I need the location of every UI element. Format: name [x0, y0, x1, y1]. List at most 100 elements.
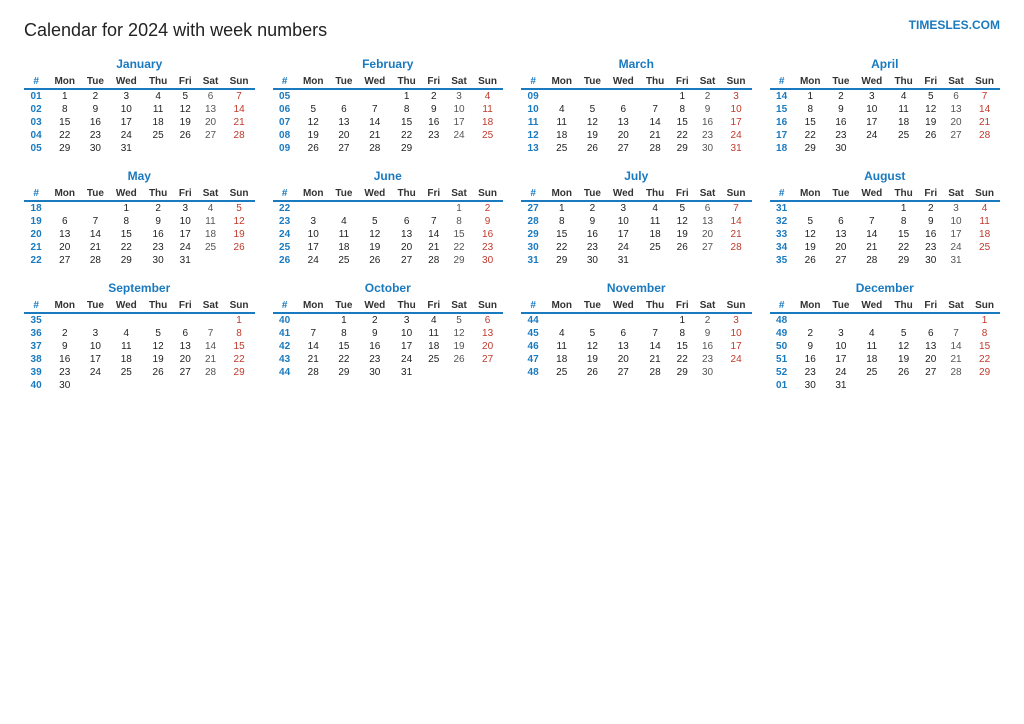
table-cell: 15: [889, 228, 919, 241]
table-cell: 5: [446, 313, 472, 327]
table-row: 4030: [24, 379, 255, 392]
table-cell: 16: [81, 116, 109, 129]
table-row: 362345678: [24, 327, 255, 340]
table-cell: 2: [48, 327, 81, 340]
table-cell: 27: [607, 366, 641, 379]
month-title: April: [770, 57, 1001, 71]
table-cell: 27: [197, 129, 223, 142]
col-header-sat: Sat: [197, 299, 223, 313]
table-cell: 15: [110, 228, 144, 241]
table-cell: 29: [330, 366, 358, 379]
table-cell: 18: [197, 228, 223, 241]
table-cell: 17: [392, 340, 422, 353]
table-cell: 14: [943, 340, 969, 353]
table-cell: 18: [143, 116, 173, 129]
table-cell: 08: [273, 129, 297, 142]
table-cell: 32: [770, 215, 794, 228]
table-cell: [545, 89, 578, 103]
table-cell: 18: [472, 116, 503, 129]
table-cell: 22: [110, 241, 144, 254]
table-cell: 29: [110, 254, 144, 267]
table-cell: 10: [81, 340, 109, 353]
table-cell: 19: [297, 129, 330, 142]
table-cell: 12: [889, 340, 919, 353]
table-cell: 29: [670, 366, 694, 379]
table-cell: 19: [889, 353, 919, 366]
table-cell: 16: [48, 353, 81, 366]
table-cell: 49: [770, 327, 794, 340]
month-title: February: [273, 57, 504, 71]
table-cell: 24: [273, 228, 297, 241]
table-row: 4321222324252627: [273, 353, 504, 366]
col-header-wed: Wed: [607, 75, 641, 89]
table-cell: 23: [694, 353, 720, 366]
table-row: 0819202122232425: [273, 129, 504, 142]
table-cell: [173, 142, 197, 155]
col-header-#: #: [770, 75, 794, 89]
table-cell: 8: [224, 327, 255, 340]
col-header-fri: Fri: [173, 75, 197, 89]
table-cell: 2: [358, 313, 392, 327]
table-cell: 8: [545, 215, 578, 228]
table-cell: 7: [197, 327, 223, 340]
table-cell: 24: [81, 366, 109, 379]
table-cell: 20: [472, 340, 503, 353]
table-cell: 1: [794, 89, 827, 103]
table-cell: 43: [273, 353, 297, 366]
table-cell: 10: [173, 215, 197, 228]
table-cell: 14: [422, 228, 446, 241]
col-header-thu: Thu: [143, 75, 173, 89]
month-title: August: [770, 169, 1001, 183]
month-table: #MonTueWedThuFriSatSun311234325678910113…: [770, 187, 1001, 267]
table-cell: 25: [273, 241, 297, 254]
table-cell: 10: [297, 228, 330, 241]
table-cell: [545, 313, 578, 327]
table-cell: 42: [273, 340, 297, 353]
col-header-wed: Wed: [855, 299, 889, 313]
table-cell: 23: [143, 241, 173, 254]
table-cell: 5: [143, 327, 173, 340]
month-block-may: May#MonTueWedThuFriSatSun181234519678910…: [24, 169, 255, 267]
month-table: #MonTueWedThuFriSatSun441234545678910461…: [521, 299, 752, 379]
table-cell: 3: [297, 215, 330, 228]
table-row: 311234: [770, 201, 1001, 215]
month-table: #MonTueWedThuFriSatSun271234567288910111…: [521, 187, 752, 267]
table-cell: 16: [770, 116, 794, 129]
table-cell: 30: [358, 366, 392, 379]
table-cell: 17: [81, 353, 109, 366]
col-header-mon: Mon: [794, 187, 827, 201]
table-cell: 30: [48, 379, 81, 392]
table-cell: 20: [48, 241, 81, 254]
table-cell: 2: [694, 89, 720, 103]
table-cell: 17: [607, 228, 641, 241]
table-row: 271234567: [521, 201, 752, 215]
table-cell: 21: [358, 129, 392, 142]
table-cell: 2: [422, 89, 446, 103]
table-cell: [721, 366, 752, 379]
table-cell: 5: [794, 215, 827, 228]
col-header-tue: Tue: [578, 299, 606, 313]
table-cell: 18: [855, 353, 889, 366]
month-title: November: [521, 281, 752, 295]
table-cell: 23: [578, 241, 606, 254]
month-title: June: [273, 169, 504, 183]
col-header-#: #: [24, 75, 48, 89]
table-cell: 45: [521, 327, 545, 340]
col-header-fri: Fri: [670, 299, 694, 313]
month-block-january: January#MonTueWedThuFriSatSun01123456702…: [24, 57, 255, 155]
month-table: #MonTueWedThuFriSatSun011234567028910111…: [24, 75, 255, 155]
table-cell: [81, 313, 109, 327]
table-cell: [943, 379, 969, 392]
table-cell: 27: [392, 254, 422, 267]
table-row: 3419202122232425: [770, 241, 1001, 254]
table-cell: 33: [770, 228, 794, 241]
table-row: 481: [770, 313, 1001, 327]
table-cell: 4: [545, 327, 578, 340]
month-table: #MonTueWedThuFriSatSun051234065678910110…: [273, 75, 504, 155]
table-cell: [943, 313, 969, 327]
table-cell: 14: [640, 116, 670, 129]
table-cell: 5: [889, 327, 919, 340]
site-link: TIMESLES.COM: [909, 18, 1000, 32]
table-cell: 19: [446, 340, 472, 353]
table-cell: 23: [358, 353, 392, 366]
